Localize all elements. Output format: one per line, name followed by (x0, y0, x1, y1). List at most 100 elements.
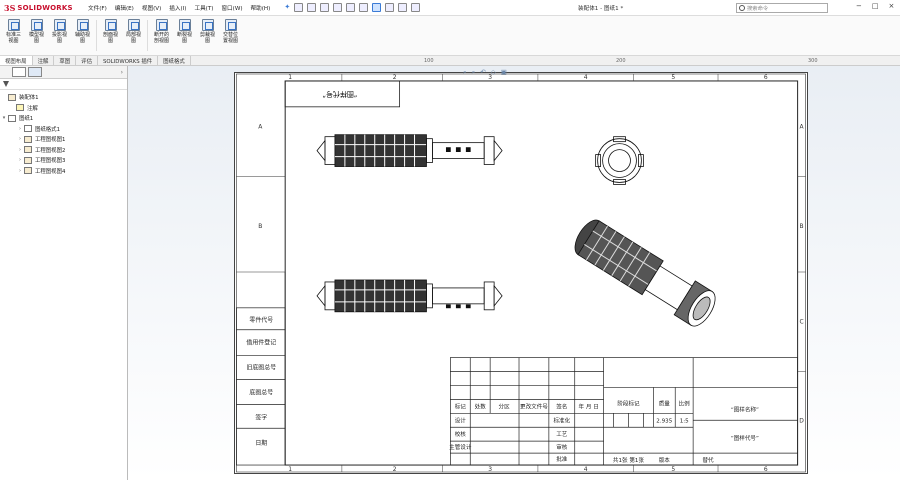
header-cell: 分区 (499, 402, 511, 410)
close-icon[interactable]: × (889, 2, 895, 10)
feature-tree-tab-icon[interactable] (12, 67, 26, 77)
row-label: 校核 (455, 430, 467, 438)
tab-annotation[interactable]: 注解 (33, 56, 55, 65)
header-cell: 标记 (455, 402, 467, 410)
zone-number: 3 (488, 466, 492, 473)
tree-item-label: 工程图视图2 (35, 147, 66, 154)
drawing-view-3[interactable] (316, 279, 503, 313)
tree-item-drawing-view-2[interactable]: › 工程图视图2 (0, 145, 127, 156)
document-title: 装配体1 - 图纸1 * (578, 6, 624, 12)
view-orientation-icon[interactable]: ◇ (491, 68, 496, 77)
auxiliary-view-button[interactable]: 辅助视 图 (71, 16, 94, 54)
scale-value: 1:5 (680, 418, 689, 424)
detail-view-button[interactable]: 局部视 图 (122, 16, 145, 54)
minimize-icon[interactable]: − (856, 2, 862, 10)
stage-label: 阶段标记 (617, 399, 640, 407)
tree-item-drawing-view-4[interactable]: › 工程图视图4 (0, 166, 127, 177)
command-manager-ribbon: 标准三 视图 模型视 图 投影视 图 辅助视 图 剖面视 图 局部视 图 断开的… (0, 16, 900, 56)
tree-filter[interactable] (0, 79, 127, 90)
zoom-area-icon[interactable]: ⌕ (472, 68, 476, 77)
sheet-format-icon (24, 125, 32, 133)
previous-view-icon[interactable]: ↶ (480, 68, 485, 77)
solidworks-logo[interactable]: 3S SOLIDWORKS (4, 3, 74, 13)
brand-prefix: 3S (4, 2, 16, 13)
select-pointer-icon[interactable] (372, 3, 382, 12)
ribbon-label: 交替位 置视图 (222, 32, 238, 44)
property-manager-tab-icon[interactable] (28, 67, 42, 77)
drawing-view-1[interactable] (316, 134, 503, 167)
version-label: 版本 (659, 456, 671, 464)
menu-edit[interactable]: 编辑(E) (115, 4, 134, 12)
tab-evaluate[interactable]: 评估 (76, 56, 98, 65)
crop-view-button[interactable]: 剪裁视 图 (196, 16, 219, 54)
chevron-right-icon[interactable]: › (16, 126, 24, 132)
row-label: 审核 (556, 443, 568, 451)
model-view-button[interactable]: 模型视 图 (25, 16, 48, 54)
chevron-right-icon[interactable]: › (16, 157, 24, 163)
undo-icon[interactable] (359, 3, 369, 12)
zone-number: 4 (584, 466, 588, 473)
standard-3-view-button[interactable]: 标准三 视图 (2, 16, 25, 54)
chevron-right-icon[interactable]: › (16, 147, 24, 153)
zone-number: 6 (764, 466, 768, 473)
open-folder-icon[interactable] (320, 3, 330, 12)
zoom-fit-icon[interactable]: ⌕ (463, 68, 467, 77)
menu-bar: 文件(F) 编辑(E) 视图(V) 插入(I) 工具(T) 窗口(W) 帮助(H… (88, 4, 270, 12)
quick-access-toolbar: ✦ (284, 3, 421, 12)
tree-item-sheet-format[interactable]: › 图纸格式1 (0, 124, 127, 135)
tab-view-layout[interactable]: 视图布局 (0, 56, 33, 65)
header-cell: 年 月 日 (579, 402, 599, 410)
alternate-position-view-button[interactable]: 交替位 置视图 (219, 16, 242, 54)
tree-item-label: 工程图视图3 (35, 158, 66, 165)
tree-item-sheet[interactable]: ▾ 图纸1 (0, 113, 127, 124)
broken-out-section-button[interactable]: 断开的 剖视图 (150, 16, 173, 54)
projected-view-button[interactable]: 投影视 图 (48, 16, 71, 54)
options-gear-icon[interactable] (411, 3, 421, 12)
print-icon[interactable] (346, 3, 356, 12)
maximize-icon[interactable]: □ (872, 2, 879, 10)
home-icon[interactable] (294, 3, 304, 12)
tab-sketch[interactable]: 草图 (54, 56, 77, 65)
new-document-icon[interactable] (307, 3, 317, 12)
menu-insert[interactable]: 插入(I) (169, 4, 186, 12)
menu-tools[interactable]: 工具(T) (194, 4, 213, 12)
tree-item-label: 工程图视图4 (35, 168, 66, 175)
zone-number: 4 (584, 74, 588, 81)
tree-item-label: 图纸格式1 (35, 126, 60, 133)
ribbon-label: 局部视 图 (125, 32, 141, 44)
break-view-button[interactable]: 断裂视 图 (173, 16, 196, 54)
row-label: 批准 (556, 455, 568, 463)
left-block-label: 底图总号 (249, 388, 273, 396)
tree-item-root[interactable]: 装配体1 (0, 92, 127, 103)
zone-number: 1 (288, 74, 292, 81)
file-properties-icon[interactable] (398, 3, 408, 12)
chevron-right-icon[interactable]: › (121, 69, 123, 76)
drawing-sheet[interactable]: 1 2 3 4 5 6 1 2 3 4 5 6 A B A B C D “图样代… (234, 72, 808, 474)
menu-view[interactable]: 视图(V) (142, 4, 161, 12)
menu-help[interactable]: 帮助(H) (251, 4, 271, 12)
tree-item-annotations[interactable]: 注解 (0, 103, 127, 114)
display-style-icon[interactable]: ▣ (501, 68, 507, 77)
menu-window[interactable]: 窗口(W) (221, 4, 242, 12)
save-icon[interactable] (333, 3, 343, 12)
chevron-right-icon[interactable]: › (16, 168, 24, 174)
drawing-view-icon (24, 156, 32, 164)
search-command-input[interactable]: 搜索命令 (736, 3, 828, 13)
tree-item-drawing-view-3[interactable]: › 工程图视图3 (0, 155, 127, 166)
ruler-mark: 200 (616, 58, 626, 64)
zone-number: 1 (288, 466, 292, 473)
row-label: 设计 (455, 416, 467, 424)
drawing-view-4[interactable] (570, 216, 721, 331)
tree-item-drawing-view-1[interactable]: › 工程图视图1 (0, 134, 127, 145)
feature-manager-panel: › 装配体1 注解 ▾ 图纸1 › 图纸格式1 › 工程图视图1 › 工程图视图2 › 工… (0, 66, 128, 480)
replace-label: 替代 (702, 456, 714, 464)
zone-number: 5 (671, 74, 675, 81)
ribbon-label: 断裂视 图 (176, 32, 192, 44)
chevron-right-icon[interactable]: › (16, 136, 24, 142)
pin-icon[interactable]: ✦ (284, 3, 290, 12)
menu-file[interactable]: 文件(F) (88, 4, 107, 12)
rebuild-icon[interactable] (385, 3, 395, 12)
zone-number: 2 (393, 466, 397, 473)
drawing-view-2[interactable] (595, 136, 644, 185)
section-view-button[interactable]: 剖面视 图 (99, 16, 122, 54)
